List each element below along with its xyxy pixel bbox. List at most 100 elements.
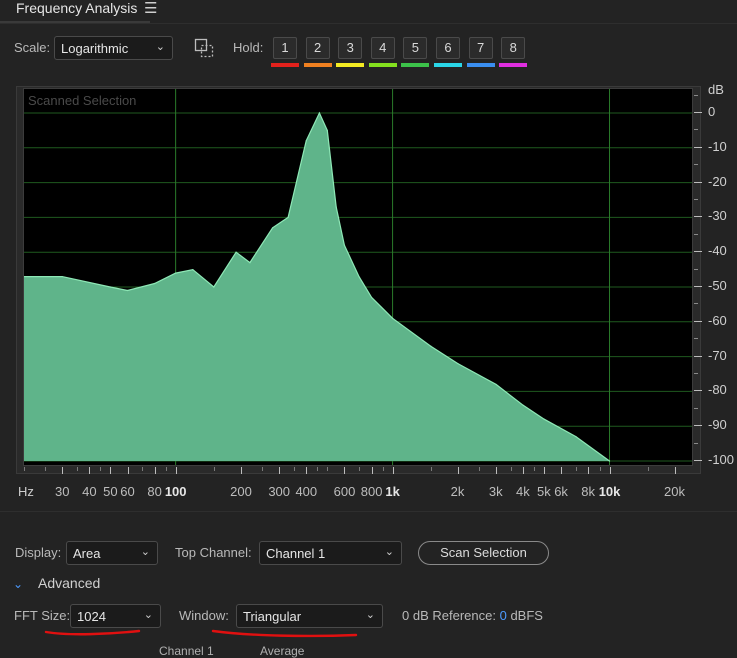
chevron-down-icon[interactable]: ⌄: [13, 577, 23, 591]
x-tick-label: 2k: [450, 484, 465, 499]
y-tick-label: -40: [708, 243, 727, 259]
spectrum-point-14: [326, 129, 328, 131]
hold-color-swatch-5: [401, 63, 430, 67]
y-tick-mark: [694, 216, 702, 218]
x-tick-mark: [674, 467, 676, 474]
x-tick-label: 40: [82, 484, 97, 499]
y-tick-label: -30: [708, 208, 727, 224]
hold-button-3[interactable]: 3: [338, 37, 363, 59]
hold-button-2[interactable]: 2: [305, 37, 330, 59]
y-minor-tick: [694, 442, 698, 444]
annotation-underline-window: [211, 629, 358, 638]
x-minor-tick: [165, 467, 167, 471]
hold-color-swatch-8: [499, 63, 528, 67]
x-minor-tick: [327, 467, 329, 471]
scale-dropdown[interactable]: Logarithmic ⌄: [54, 36, 173, 60]
spectrum-point-16: [343, 244, 346, 246]
x-minor-tick: [100, 467, 102, 471]
hold-color-swatch-2: [303, 63, 332, 67]
x-tick-label: 80: [147, 484, 162, 499]
y-tick-mark: [694, 112, 702, 113]
x-tick-mark: [175, 467, 177, 474]
x-minor-tick: [382, 467, 384, 471]
spectrum-point-3: [126, 289, 129, 292]
top-channel-label: Top Channel:: [175, 545, 252, 560]
panel-title: Frequency Analysis: [16, 0, 138, 16]
hold-button-1[interactable]: 1: [273, 37, 297, 59]
hold-button-7[interactable]: 7: [468, 37, 493, 59]
top-channel-dropdown[interactable]: Channel 1 ⌄: [259, 541, 402, 565]
display-value: Area: [73, 546, 101, 561]
hamburger-menu-icon[interactable]: ☰: [144, 0, 157, 17]
spectrum-point-25: [575, 436, 577, 438]
y-minor-tick: [694, 338, 698, 340]
x-tick-mark: [279, 467, 281, 474]
x-tick-label: 1k: [385, 484, 400, 499]
x-unit-label: Hz: [18, 484, 34, 499]
x-tick-label: 10k: [598, 484, 621, 499]
x-minor-tick: [142, 467, 144, 471]
y-minor-tick: [694, 164, 698, 166]
y-tick-label: -10: [708, 138, 727, 154]
x-tick-mark: [392, 467, 394, 474]
channel-column-header: Channel 1: [159, 644, 214, 658]
spectrum-point-20: [430, 345, 432, 347]
chevron-down-icon: ⌄: [143, 609, 153, 621]
x-tick-label: 60: [120, 484, 135, 499]
spectrum-point-24: [543, 418, 545, 420]
spectrum-point-21: [457, 362, 459, 365]
spectrum-point-26: [608, 460, 611, 462]
x-tick-mark: [127, 467, 129, 474]
hold-label: Hold:: [233, 40, 264, 55]
x-tick-label: 100: [164, 484, 187, 499]
x-minor-tick: [599, 467, 601, 471]
hold-button-6[interactable]: 6: [436, 37, 460, 59]
advanced-toggle[interactable]: Advanced: [38, 575, 100, 591]
x-minor-tick: [575, 467, 577, 471]
display-dropdown[interactable]: Area ⌄: [66, 541, 158, 565]
hold-color-swatch-7: [466, 63, 495, 67]
spectrum-plot[interactable]: [23, 88, 693, 466]
y-tick-mark: [694, 355, 702, 357]
x-minor-tick: [534, 467, 536, 471]
x-tick-label: 50: [103, 484, 118, 499]
y-tick-label: -70: [708, 347, 727, 363]
hold-button-8[interactable]: 8: [501, 37, 526, 59]
y-tick-mark: [694, 425, 702, 427]
x-tick-mark: [89, 467, 91, 474]
scan-selection-button[interactable]: Scan Selection: [418, 541, 549, 565]
y-minor-tick: [694, 129, 698, 131]
zero-db-reference-value[interactable]: 0: [500, 608, 507, 623]
hold-button-5[interactable]: 5: [403, 37, 428, 59]
divider: [0, 511, 737, 512]
zero-db-reference-label: 0 dB Reference:: [402, 608, 496, 623]
y-tick-mark: [694, 181, 702, 183]
x-tick-label: 200: [230, 484, 252, 499]
y-tick-label: -100: [708, 452, 735, 467]
x-tick-mark: [609, 467, 611, 474]
spectrum-point-17: [358, 275, 360, 278]
y-tick-label: -90: [708, 417, 727, 433]
spectrum-point-6: [192, 269, 194, 271]
display-label: Display:: [15, 545, 62, 560]
x-tick-mark: [561, 467, 563, 474]
hold-button-4[interactable]: 4: [370, 37, 395, 59]
marquee-select-icon[interactable]: [194, 38, 214, 58]
scanned-selection-label: Scanned Selection: [28, 93, 137, 108]
window-label: Window:: [179, 608, 229, 623]
chevron-down-icon: ⌄: [384, 546, 394, 558]
y-tick-mark: [694, 251, 702, 253]
fft-size-label: FFT Size:: [14, 608, 71, 623]
y-minor-tick: [694, 268, 698, 270]
x-tick-mark: [496, 467, 498, 474]
zero-db-reference: 0 dB Reference: 0 dBFS: [402, 608, 543, 623]
fft-size-value: 1024: [77, 609, 106, 624]
x-tick-label: 800: [360, 484, 383, 499]
x-tick-label: 6k: [554, 484, 568, 499]
x-minor-tick: [45, 467, 47, 471]
x-tick-label: 30: [55, 484, 70, 499]
spectrum-point-19: [391, 317, 394, 319]
y-tick-mark: [694, 320, 702, 322]
x-tick-mark: [371, 467, 373, 474]
hold-color-swatch-1: [271, 63, 299, 67]
